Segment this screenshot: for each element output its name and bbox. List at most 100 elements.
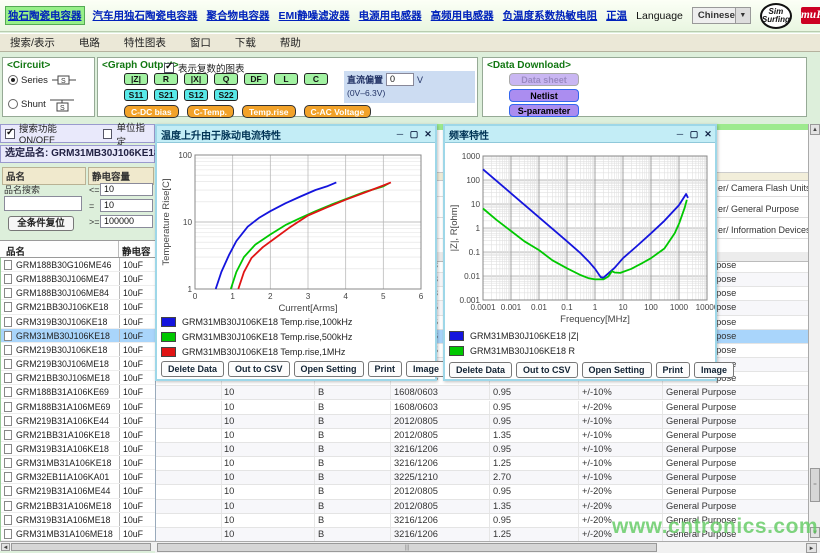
part-list-row[interactable]: GRM21BB31A106KE1810uF	[1, 428, 156, 442]
multi-graph-checkbox[interactable]	[164, 63, 174, 73]
special-button-c-temp-[interactable]: C-Temp.	[187, 105, 234, 118]
delete-data-button[interactable]: Delete Data	[161, 361, 224, 377]
application-filter-item[interactable]: er/ Camera Flash Units	[718, 183, 808, 193]
image-button[interactable]: Image	[406, 361, 446, 377]
param-button-DF[interactable]: DF	[244, 73, 268, 85]
part-list-row[interactable]: GRM31MB31A106KE1810uF	[1, 456, 156, 470]
cap-filter-input-2[interactable]: 10	[100, 199, 153, 212]
part-list-hscrollbar[interactable]: ◄	[0, 541, 155, 551]
cap-filter-input-1[interactable]: 10	[100, 183, 153, 196]
special-button-c-dc-bias[interactable]: C-DC bias	[124, 105, 179, 118]
part-list-row[interactable]: GRM188B31A106ME6910uF	[1, 400, 156, 414]
image-button[interactable]: Image	[694, 362, 734, 378]
out-to-csv-button[interactable]: Out to CSV	[516, 362, 578, 378]
netlist-button[interactable]: Netlist	[509, 89, 579, 102]
param-button-Z[interactable]: |Z|	[124, 73, 148, 85]
scroll-right-icon[interactable]: ►	[806, 543, 817, 553]
nav-link-3[interactable]: 聚合物电容器	[207, 8, 270, 23]
table-row[interactable]: 10B2012/08051.35+/-20%General Purpose	[156, 500, 808, 514]
param-button-Q[interactable]: Q	[214, 73, 238, 85]
out-to-csv-button[interactable]: Out to CSV	[228, 361, 290, 377]
table-row[interactable]: 10B3216/12061.25+/-10%General Purpose	[156, 457, 808, 471]
part-list-row[interactable]: GRM319B31A106KE1810uF	[1, 442, 156, 456]
part-list-row[interactable]: GRM21BB30J106ME1810uF	[1, 371, 156, 385]
special-button-c-ac-voltage[interactable]: C-AC Voltage	[304, 105, 372, 118]
sparam-button-S12[interactable]: S12	[184, 89, 208, 101]
language-select[interactable]: Chinese ▼	[692, 7, 751, 24]
menu-item-4[interactable]: 窗口	[190, 35, 211, 50]
scroll-left-icon[interactable]: ◄	[1, 543, 10, 551]
frequency-titlebar[interactable]: 频率特性 ─ ▢ ✕	[445, 126, 715, 143]
cap-filter-input-3[interactable]: 100000	[100, 215, 153, 228]
menu-item-2[interactable]: 电路	[79, 35, 100, 50]
maximize-icon[interactable]: ▢	[407, 129, 421, 140]
nav-link-4[interactable]: EMI静噪滤波器	[279, 8, 350, 23]
reset-conditions-button[interactable]: 全条件复位	[8, 216, 74, 231]
table-vscroll-thumb[interactable]: =	[810, 468, 820, 502]
shunt-radio[interactable]	[8, 99, 18, 109]
application-filter-item[interactable]: er/ General Purpose	[718, 204, 799, 214]
open-setting-button[interactable]: Open Setting	[582, 362, 652, 378]
table-row[interactable]: 10B2012/08050.95+/-20%General Purpose	[156, 485, 808, 499]
menu-item-1[interactable]: 搜索/表示	[10, 35, 55, 50]
table-row[interactable]: 10B3216/12060.95+/-10%General Purpose	[156, 443, 808, 457]
part-list-row[interactable]: GRM21BB30J106KE1810uF	[1, 300, 156, 314]
menu-item-3[interactable]: 特性图表	[124, 35, 166, 50]
application-filter-item[interactable]: er/ Information Devices	[718, 225, 808, 235]
table-row[interactable]: 10B1608/06030.95+/-10%General Purpose	[156, 386, 808, 400]
part-list-row[interactable]: GRM31MB31A106ME1810uF	[1, 527, 156, 541]
sparam-button-S22[interactable]: S22	[214, 89, 238, 101]
part-list-row[interactable]: GRM219B30J106ME1810uF	[1, 357, 156, 371]
circuit-shunt-option[interactable]: Shunt S	[8, 96, 75, 112]
menu-item-5[interactable]: 下载	[235, 35, 256, 50]
table-hscroll-thumb[interactable]: |||	[157, 543, 657, 552]
part-list-row[interactable]: GRM188B31A106KE6910uF	[1, 385, 156, 399]
part-list-row[interactable]: GRM188B30G106ME4610uF	[1, 258, 156, 272]
delete-data-button[interactable]: Delete Data	[449, 362, 512, 378]
minimize-icon[interactable]: ─	[673, 129, 687, 139]
part-list-row[interactable]: GRM219B30J106KE1810uF	[1, 343, 156, 357]
part-list-row[interactable]: GRM188B30J106ME8410uF	[1, 286, 156, 300]
part-list-row[interactable]: GRM219B31A106ME4410uF	[1, 484, 156, 498]
print-button[interactable]: Print	[656, 362, 691, 378]
scroll-up-icon[interactable]: ▲	[810, 124, 820, 135]
nav-link-7[interactable]: 负温度系数热敏电阻	[503, 8, 598, 23]
table-hscrollbar[interactable]: ||| ►	[155, 541, 820, 553]
search-toggle-checkbox[interactable]	[5, 129, 15, 139]
nav-link-2[interactable]: 汽车用独石陶瓷电容器	[93, 8, 198, 23]
nav-link-5[interactable]: 电源用电感器	[359, 8, 422, 23]
close-icon[interactable]: ✕	[701, 129, 715, 140]
part-list-row[interactable]: GRM32EB11A106KA0110uF	[1, 470, 156, 484]
series-radio[interactable]	[8, 75, 18, 85]
part-list-row[interactable]: GRM188B30J106ME4710uF	[1, 272, 156, 286]
param-button-R[interactable]: R	[154, 73, 178, 85]
table-row[interactable]: 10B2012/08050.95+/-10%General Purpose	[156, 415, 808, 429]
param-button-L[interactable]: L	[274, 73, 298, 85]
part-list-row[interactable]: GRM31MB30J106KE1810uF	[1, 329, 156, 343]
nav-link-6[interactable]: 高频用电感器	[431, 8, 494, 23]
table-row[interactable]: 10B2012/08051.35+/-10%General Purpose	[156, 429, 808, 443]
sparameter-button[interactable]: S-parameter	[509, 104, 579, 117]
open-setting-button[interactable]: Open Setting	[294, 361, 364, 377]
part-list-row[interactable]: GRM319B30J106KE1810uF	[1, 315, 156, 329]
nav-link-1[interactable]: 独石陶瓷电容器	[6, 7, 84, 24]
param-button-C[interactable]: C	[304, 73, 328, 85]
name-search-input[interactable]	[4, 196, 82, 211]
unit-checkbox[interactable]	[103, 129, 113, 139]
dc-bias-input[interactable]: 0	[386, 73, 414, 86]
part-list-hscroll-thumb[interactable]	[11, 543, 151, 551]
datasheet-button[interactable]: Data sheet	[509, 73, 579, 86]
temp-rise-titlebar[interactable]: 温度上升由于脉动电流特性 ─ ▢ ✕	[157, 126, 435, 143]
print-button[interactable]: Print	[368, 361, 403, 377]
part-list-row[interactable]: GRM21BB31A106ME1810uF	[1, 499, 156, 513]
table-row[interactable]: 10B3225/12102.70+/-10%General Purpose	[156, 471, 808, 485]
minimize-icon[interactable]: ─	[393, 129, 407, 139]
circuit-series-option[interactable]: Series S	[8, 74, 77, 86]
part-list-row[interactable]: GRM319B31A106ME1810uF	[1, 513, 156, 527]
special-button-temp-rise[interactable]: Temp.rise	[242, 105, 296, 118]
chevron-down-icon[interactable]: ▼	[735, 8, 750, 23]
table-row[interactable]: 10B1608/06030.95+/-20%General Purpose	[156, 401, 808, 415]
sparam-button-S21[interactable]: S21	[154, 89, 178, 101]
menu-item-6[interactable]: 帮助	[280, 35, 301, 50]
sparam-button-S11[interactable]: S11	[124, 89, 148, 101]
